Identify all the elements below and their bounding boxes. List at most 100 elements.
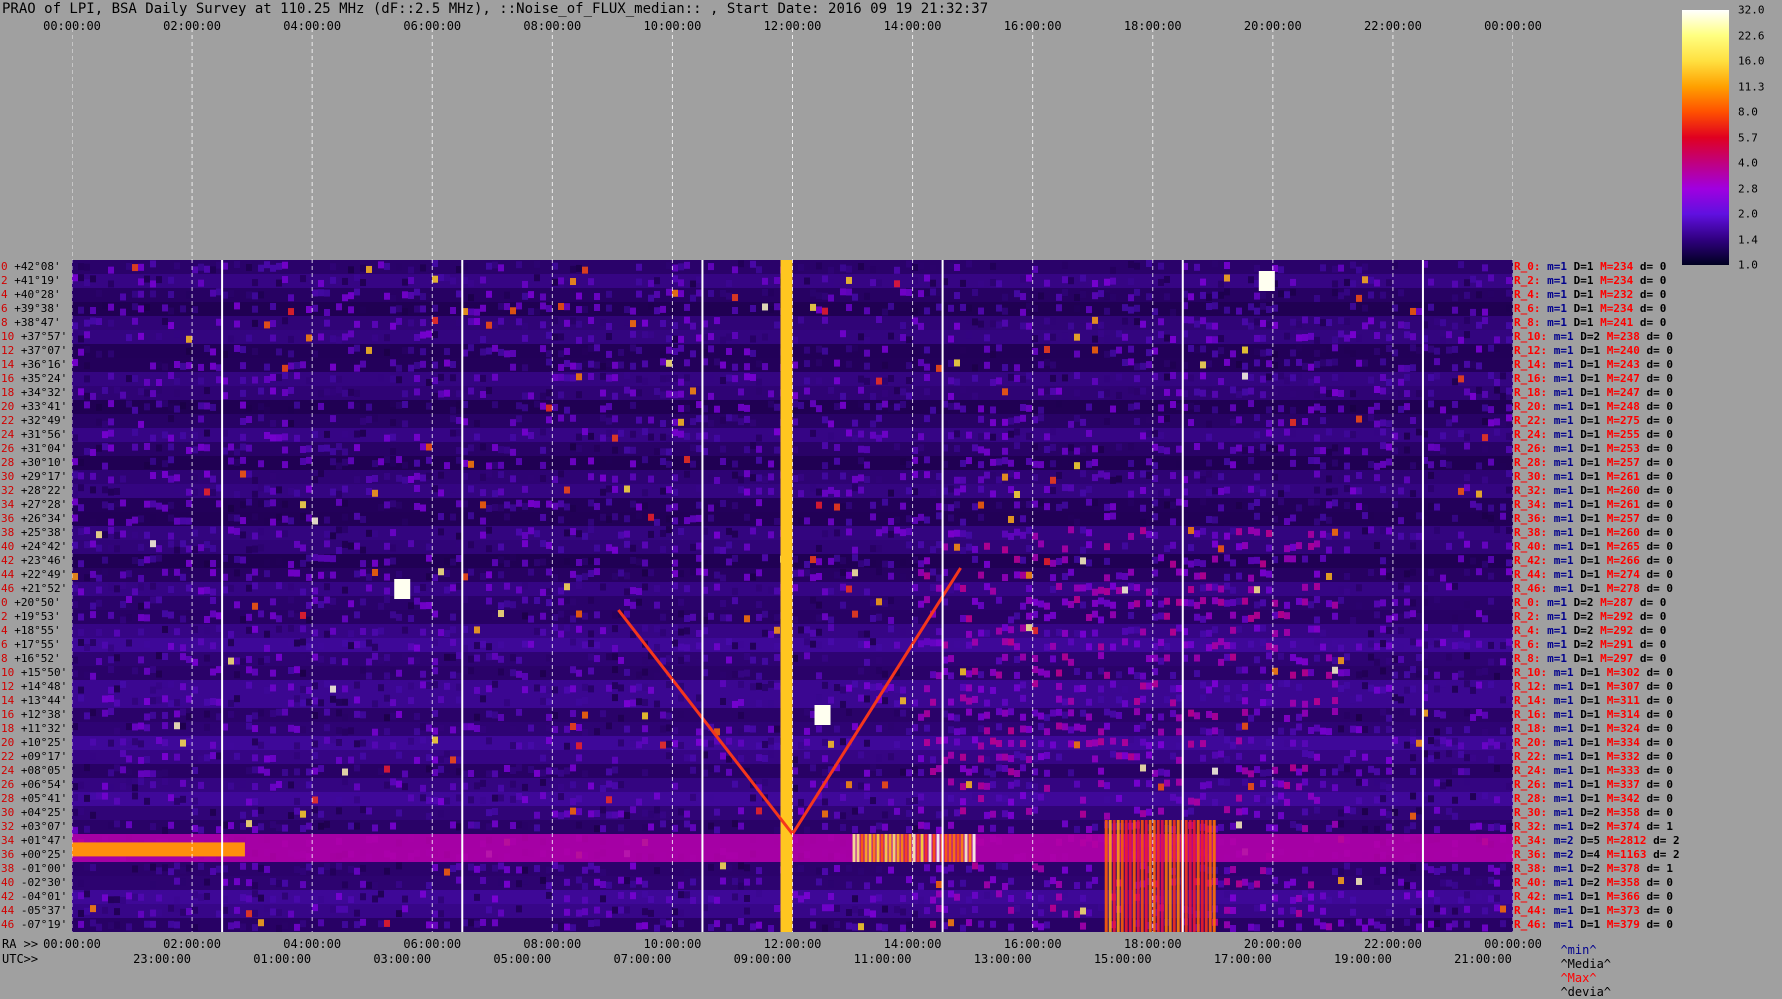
heatmap-cell <box>354 403 360 410</box>
heatmap-cell <box>1164 696 1170 703</box>
heatmap-cell <box>384 766 390 773</box>
heatmap-cell <box>1314 435 1320 442</box>
heatmap-cell <box>108 545 114 552</box>
heatmap-cell <box>240 616 246 623</box>
heatmap-cell <box>1314 350 1320 357</box>
heatmap-cell <box>714 532 720 539</box>
heatmap-cell <box>1068 484 1074 491</box>
heatmap-cell <box>1140 487 1146 494</box>
heatmap-cell <box>288 781 294 788</box>
heatmap-cell <box>624 700 630 707</box>
heatmap-cell <box>300 275 306 282</box>
heatmap-cell <box>414 334 420 341</box>
heatmap-cell <box>858 641 864 648</box>
heatmap-cell <box>1440 460 1446 467</box>
heatmap-cell <box>78 588 84 595</box>
heatmap-cell <box>480 489 486 496</box>
heatmap-cell <box>564 597 570 604</box>
heatmap-cell <box>432 485 438 492</box>
heatmap-cell <box>678 405 684 412</box>
heatmap-cell <box>306 306 312 313</box>
heatmap-cell <box>840 701 846 708</box>
heatmap-cell <box>534 865 540 872</box>
heatmap-cell <box>1260 489 1266 496</box>
heatmap-cell <box>90 611 96 618</box>
heatmap-cell <box>558 546 564 553</box>
heatmap-cell <box>762 476 768 483</box>
heatmap-cell <box>984 472 990 479</box>
heatmap-cell <box>1164 389 1170 396</box>
heatmap-cell <box>1398 656 1404 663</box>
heatmap-cell <box>1302 316 1308 323</box>
heatmap-cell <box>174 710 180 717</box>
heatmap-cell <box>510 601 516 608</box>
heatmap-cell <box>168 681 174 688</box>
heatmap-cell <box>1002 320 1008 327</box>
heatmap-cell <box>78 921 84 928</box>
heatmap-cell <box>570 505 576 512</box>
heatmap-cell <box>1398 365 1404 372</box>
heatmap-cell <box>858 431 864 438</box>
heatmap-cell <box>144 403 150 410</box>
heatmap-cell <box>828 295 834 302</box>
heatmap-cell <box>258 500 264 507</box>
heatmap-cell <box>924 374 930 381</box>
heatmap-cell <box>1326 319 1332 326</box>
heatmap-cell <box>954 544 960 551</box>
heatmap-cell <box>78 349 84 356</box>
heatmap-cell <box>234 907 240 914</box>
heatmap-cell <box>936 811 942 818</box>
heatmap-cell <box>1344 712 1350 719</box>
heatmap-cell <box>546 687 552 694</box>
heatmap-cell <box>258 403 264 410</box>
heatmap-cell <box>162 680 168 687</box>
heatmap-cell <box>768 738 774 745</box>
heatmap-cell <box>642 908 648 915</box>
heatmap-cell <box>594 825 600 832</box>
heatmap-cell <box>318 403 324 410</box>
heatmap-cell <box>876 415 882 422</box>
heatmap-cell <box>984 783 990 790</box>
heatmap-cell <box>1128 261 1134 268</box>
heatmap-cell <box>1230 461 1236 468</box>
heatmap-cell <box>798 264 804 271</box>
heatmap-cell <box>642 769 648 776</box>
heatmap-cell <box>1344 279 1350 286</box>
heatmap-cell <box>1386 811 1392 818</box>
heatmap-cell <box>1320 644 1326 651</box>
heatmap-cell <box>114 545 120 552</box>
heatmap-cell <box>246 627 252 634</box>
heatmap-cell <box>690 401 696 408</box>
heatmap-cell <box>1224 288 1230 295</box>
heatmap-cell <box>1242 709 1248 716</box>
heatmap-cell <box>1434 596 1440 603</box>
heatmap-cell <box>108 769 114 776</box>
heatmap-cell <box>1290 555 1296 562</box>
heatmap-cell <box>360 516 366 523</box>
heatmap-cell <box>684 517 690 524</box>
heatmap-cell <box>588 685 594 692</box>
heatmap-cell <box>720 377 726 384</box>
heatmap-cell <box>1062 698 1068 705</box>
heatmap-cell <box>900 629 906 636</box>
heatmap-cell <box>486 505 492 512</box>
heatmap-cell <box>432 681 438 688</box>
heatmap-cell <box>774 683 780 690</box>
heatmap-cell <box>546 725 552 732</box>
heatmap-cell <box>114 585 120 592</box>
heatmap-cell <box>1266 824 1272 831</box>
heatmap-cell <box>378 261 384 268</box>
heatmap-cell <box>732 555 738 562</box>
heatmap-cell <box>522 878 528 885</box>
heatmap-cell <box>1092 474 1098 481</box>
heatmap-cell <box>828 904 834 911</box>
heatmap-cell <box>1404 322 1410 329</box>
heatmap-cell <box>1140 628 1146 635</box>
heatmap-cell <box>504 350 510 357</box>
heatmap-cell <box>558 303 564 310</box>
heatmap-cell <box>102 387 108 394</box>
heatmap-cell <box>894 267 900 274</box>
heatmap-cell <box>204 402 210 409</box>
heatmap-cell <box>582 684 588 691</box>
heatmap-cell <box>480 518 486 525</box>
